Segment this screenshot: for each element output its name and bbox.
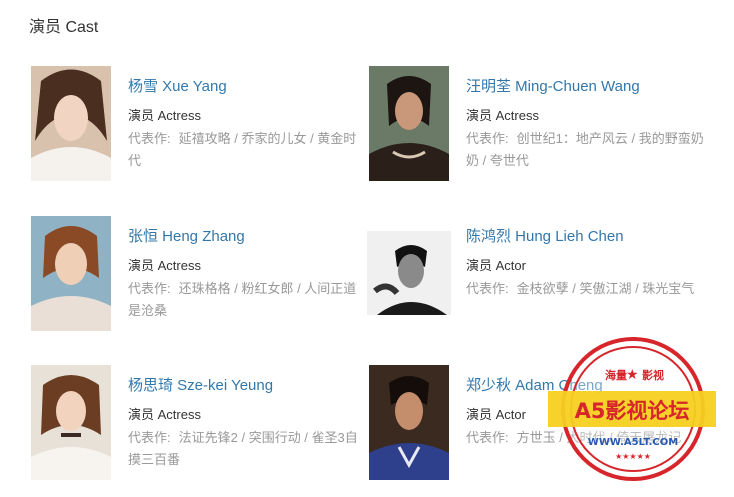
- cast-card: 陈鸿烈 Hung Lieh Chen 演员 Actor 代表作: 金枝欲孽 / 笑…: [367, 216, 709, 346]
- actor-works: 代表作: 创世纪1：地产风云 / 我的野蛮奶奶 / 夸世代: [466, 128, 706, 172]
- works-label: 代表作:: [466, 281, 509, 296]
- actor-name-link[interactable]: 陈鸿烈 Hung Lieh Chen: [466, 225, 624, 246]
- actor-role: 演员 Actress: [128, 258, 201, 273]
- actor-photo[interactable]: [31, 365, 111, 480]
- actor-role: 演员 Actress: [128, 108, 201, 123]
- actor-works: 代表作: 金枝欲孽 / 笑傲江湖 / 珠光宝气: [466, 278, 706, 300]
- star-icon: ★: [626, 367, 639, 383]
- works-label: 代表作:: [466, 430, 509, 445]
- actor-photo[interactable]: [367, 231, 451, 315]
- actor-works: 代表作: 延禧攻略 / 乔家的儿女 / 黄金时代: [128, 128, 368, 172]
- actor-role: 演员 Actor: [466, 407, 526, 422]
- watermark-stamp: 海量 ★ 影视 A5影视论坛 WWW.A5LT.COM ★★★★★: [546, 335, 718, 483]
- cast-card: 杨雪 Xue Yang 演员 Actress 代表作: 延禧攻略 / 乔家的儿女 …: [31, 66, 371, 196]
- actor-name-link[interactable]: 汪明荃 Ming-Chuen Wang: [466, 75, 640, 96]
- actor-name-link[interactable]: 杨思琦 Sze-kei Yeung: [128, 374, 273, 395]
- actor-role: 演员 Actress: [128, 407, 201, 422]
- works-label: 代表作:: [466, 131, 509, 146]
- actor-role: 演员 Actress: [466, 108, 539, 123]
- actor-photo[interactable]: [31, 216, 111, 331]
- watermark-main: A5影视论坛: [575, 399, 690, 423]
- cast-card: 杨思琦 Sze-kei Yeung 演员 Actress 代表作: 法证先锋2 /…: [31, 365, 371, 495]
- cast-card: 汪明荃 Ming-Chuen Wang 演员 Actress 代表作: 创世纪1：…: [369, 66, 709, 196]
- actor-photo[interactable]: [31, 66, 111, 181]
- cast-card: 张恒 Heng Zhang 演员 Actress 代表作: 还珠格格 / 粉红女郎…: [31, 216, 371, 346]
- watermark-top-right: 影视: [642, 368, 664, 382]
- actor-role: 演员 Actor: [466, 258, 526, 273]
- works-list: 金枝欲孽 / 笑傲江湖 / 珠光宝气: [516, 281, 695, 296]
- actor-photo[interactable]: [369, 66, 449, 181]
- stars-icon: ★★★★★: [615, 452, 651, 461]
- cast-section-title: 演员 Cast: [29, 19, 99, 36]
- actor-works: 代表作: 法证先锋2 / 突围行动 / 雀圣3自摸三百番: [128, 427, 368, 471]
- works-label: 代表作:: [128, 281, 171, 296]
- actor-works: 代表作: 还珠格格 / 粉红女郎 / 人间正道是沧桑: [128, 278, 368, 322]
- actor-name-link[interactable]: 张恒 Heng Zhang: [128, 225, 245, 246]
- watermark-url: WWW.A5LT.COM: [588, 437, 678, 448]
- works-label: 代表作:: [128, 131, 171, 146]
- watermark-top-left: 海量: [605, 368, 627, 382]
- works-label: 代表作:: [128, 430, 171, 445]
- actor-name-link[interactable]: 杨雪 Xue Yang: [128, 75, 227, 96]
- actor-photo[interactable]: [369, 365, 449, 480]
